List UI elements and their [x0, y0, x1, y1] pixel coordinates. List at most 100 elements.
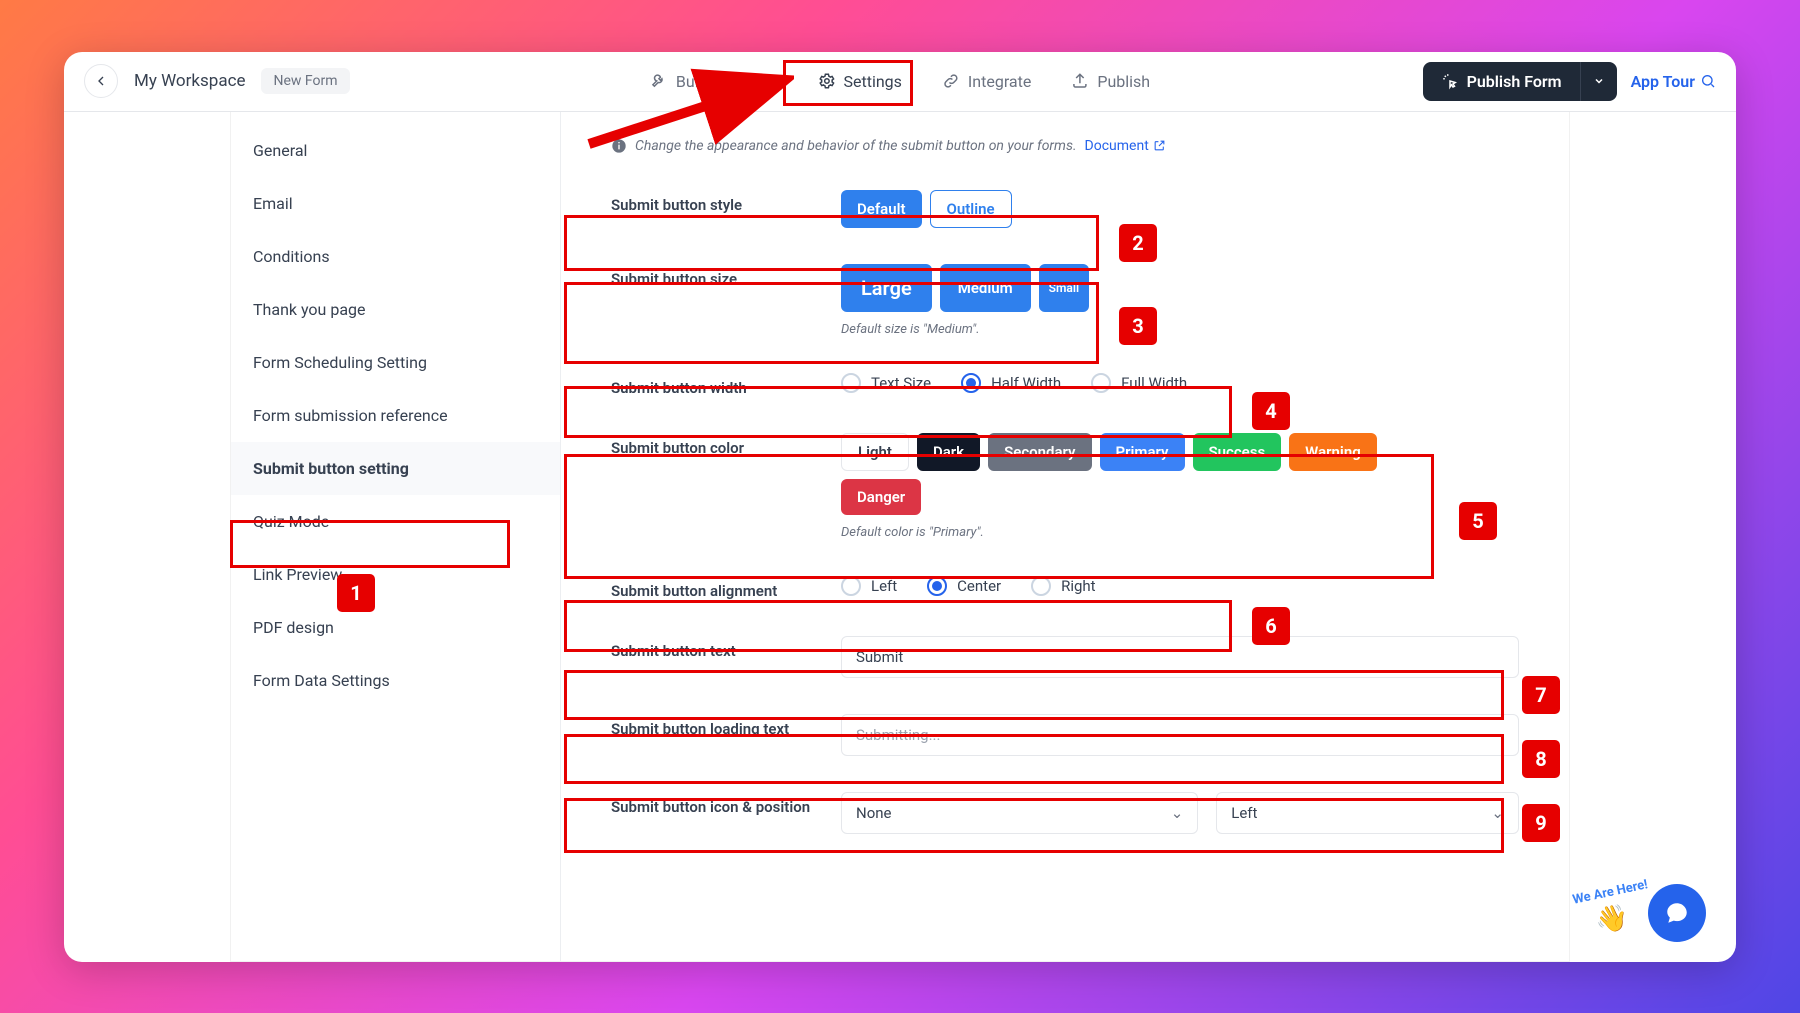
setting-alignment: Submit button alignment Left Center Righ…: [591, 558, 1539, 618]
radio-label: Center: [957, 577, 1001, 595]
app-window: My Workspace New Form Build Settings Int…: [64, 52, 1736, 962]
chat-icon: [1664, 900, 1690, 926]
style-default-button[interactable]: Default: [841, 190, 922, 228]
tab-integrate[interactable]: Integrate: [926, 64, 1047, 99]
submit-loading-input[interactable]: [841, 714, 1519, 756]
setting-color: Submit button color Light Dark Secondary…: [591, 415, 1539, 558]
size-small-button[interactable]: Small: [1039, 264, 1089, 312]
width-half-width-radio[interactable]: Half Width: [961, 373, 1061, 393]
color-warning-button[interactable]: Warning: [1289, 433, 1377, 471]
icon-select[interactable]: None ⌄: [841, 792, 1198, 834]
size-hint: Default size is "Medium".: [841, 322, 1519, 337]
sidebar-item-form-data[interactable]: Form Data Settings: [231, 654, 560, 707]
radio-dot: [1091, 373, 1111, 393]
align-right-radio[interactable]: Right: [1031, 576, 1095, 596]
icon-select-value: None: [856, 804, 892, 822]
radio-dot: [841, 373, 861, 393]
wave-icon: 👋: [1596, 904, 1628, 934]
chat-button[interactable]: [1648, 884, 1706, 942]
settings-sidebar: General Email Conditions Thank you page …: [231, 112, 561, 961]
publish-form-label: Publish Form: [1467, 72, 1562, 91]
setting-text: Submit button text: [591, 618, 1539, 696]
color-light-button[interactable]: Light: [841, 433, 909, 471]
size-large-button[interactable]: Large: [841, 264, 932, 312]
help-text: Change the appearance and behavior of th…: [611, 138, 1539, 154]
publish-form-button[interactable]: Publish Form: [1423, 62, 1617, 101]
radio-dot: [927, 576, 947, 596]
info-icon: [611, 138, 627, 154]
tab-settings[interactable]: Settings: [802, 64, 918, 99]
gear-icon: [818, 72, 836, 90]
setting-color-label: Submit button color: [611, 433, 821, 457]
help-document-link[interactable]: Document: [1085, 138, 1166, 154]
help-text-content: Change the appearance and behavior of th…: [635, 138, 1077, 154]
radio-label: Right: [1061, 577, 1095, 595]
tab-build[interactable]: Build: [634, 64, 728, 99]
pointer-icon: [1441, 72, 1459, 90]
setting-style-label: Submit button style: [611, 190, 821, 214]
form-name-pill[interactable]: New Form: [261, 68, 349, 94]
back-button[interactable]: [84, 64, 118, 98]
topbar-right: Publish Form App Tour: [1423, 62, 1716, 101]
setting-size-label: Submit button size: [611, 264, 821, 288]
radio-label: Half Width: [991, 374, 1061, 392]
color-success-button[interactable]: Success: [1193, 433, 1282, 471]
color-secondary-button[interactable]: Secondary: [988, 433, 1091, 471]
sidebar-item-submission-ref[interactable]: Form submission reference: [231, 389, 560, 442]
publish-dropdown[interactable]: [1580, 62, 1617, 101]
brush-icon: [752, 72, 770, 90]
chat-widget: We Are Here! 👋: [1648, 884, 1706, 942]
color-danger-button[interactable]: Danger: [841, 479, 921, 515]
radio-label: Text Size: [871, 374, 931, 392]
tab-design[interactable]: [736, 64, 794, 99]
color-primary-button[interactable]: Primary: [1100, 433, 1185, 471]
radio-label: Left: [871, 577, 897, 595]
chevron-down-icon: ⌄: [1171, 804, 1184, 822]
sidebar-item-email[interactable]: Email: [231, 177, 560, 230]
settings-content: Change the appearance and behavior of th…: [561, 112, 1569, 961]
tab-publish-label: Publish: [1097, 72, 1150, 91]
topbar: My Workspace New Form Build Settings Int…: [64, 52, 1736, 112]
sidebar-item-pdf[interactable]: PDF design: [231, 601, 560, 654]
icon-position-value: Left: [1231, 804, 1257, 822]
style-outline-button[interactable]: Outline: [930, 190, 1012, 228]
tab-integrate-label: Integrate: [968, 72, 1031, 91]
width-full-width-radio[interactable]: Full Width: [1091, 373, 1187, 393]
sidebar-item-link-preview[interactable]: Link Preview: [231, 548, 560, 601]
workspace-name[interactable]: My Workspace: [134, 71, 245, 91]
color-hint: Default color is "Primary".: [841, 525, 1519, 540]
setting-icon-position: Submit button icon & position None ⌄ Lef…: [591, 774, 1539, 852]
sidebar-item-general[interactable]: General: [231, 124, 560, 177]
setting-style: Submit button style Default Outline: [591, 172, 1539, 246]
setting-text-label: Submit button text: [611, 636, 821, 660]
setting-loading-label: Submit button loading text: [611, 714, 821, 738]
tab-settings-label: Settings: [844, 72, 902, 91]
app-tour-label: App Tour: [1631, 72, 1695, 91]
publish-form-main[interactable]: Publish Form: [1423, 62, 1580, 101]
icon-position-select[interactable]: Left ⌄: [1216, 792, 1519, 834]
sidebar-item-thankyou[interactable]: Thank you page: [231, 283, 560, 336]
search-icon: [1700, 73, 1716, 89]
help-document-label: Document: [1085, 138, 1149, 154]
setting-width-label: Submit button width: [611, 373, 821, 397]
upload-icon: [1071, 72, 1089, 90]
sidebar-item-scheduling[interactable]: Form Scheduling Setting: [231, 336, 560, 389]
color-dark-button[interactable]: Dark: [917, 433, 980, 471]
sidebar-item-conditions[interactable]: Conditions: [231, 230, 560, 283]
sidebar-item-quiz[interactable]: Quiz Mode: [231, 495, 560, 548]
link-icon: [942, 72, 960, 90]
size-medium-button[interactable]: Medium: [940, 264, 1031, 312]
radio-label: Full Width: [1121, 374, 1187, 392]
settings-panel: General Email Conditions Thank you page …: [230, 112, 1570, 962]
app-tour-link[interactable]: App Tour: [1631, 72, 1716, 91]
tab-publish[interactable]: Publish: [1055, 64, 1166, 99]
sidebar-item-submit-button[interactable]: Submit button setting: [231, 442, 560, 495]
submit-text-input[interactable]: [841, 636, 1519, 678]
align-center-radio[interactable]: Center: [927, 576, 1001, 596]
align-left-radio[interactable]: Left: [841, 576, 897, 596]
width-text-size-radio[interactable]: Text Size: [841, 373, 931, 393]
setting-icon-label: Submit button icon & position: [611, 792, 821, 816]
tab-build-label: Build: [676, 72, 712, 91]
setting-loading-text: Submit button loading text: [591, 696, 1539, 774]
external-link-icon: [1153, 139, 1166, 152]
